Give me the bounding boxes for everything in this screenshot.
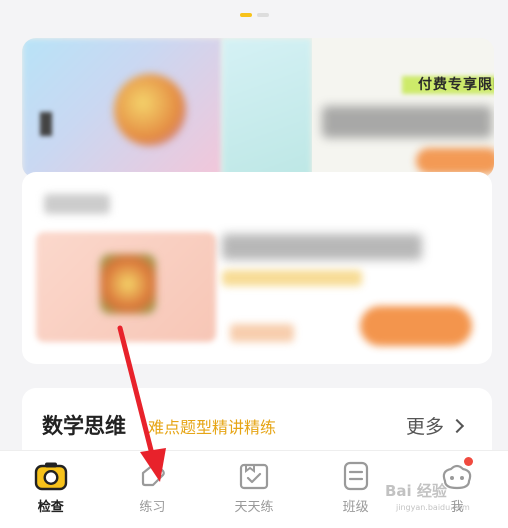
- course-title: [222, 234, 422, 260]
- camera-icon: [33, 459, 69, 493]
- course-thumbnail-figure: [100, 254, 156, 314]
- course-price: [230, 324, 294, 342]
- banner-image-mid: [222, 38, 312, 178]
- course-tag: [44, 194, 110, 214]
- course-card[interactable]: [22, 172, 492, 364]
- calendar-check-icon: [236, 459, 272, 493]
- tab-daily-practice[interactable]: 天天练: [203, 451, 305, 528]
- tab-label: 天天练: [234, 500, 274, 515]
- more-button[interactable]: 更多: [406, 412, 465, 439]
- section-subtitle: 难点题型精讲精练: [148, 418, 277, 437]
- tab-practice[interactable]: 练习: [102, 451, 204, 528]
- more-label: 更多: [406, 416, 445, 438]
- course-buy-button[interactable]: [360, 306, 472, 346]
- tab-check[interactable]: 检查: [0, 451, 102, 528]
- tab-label: 检查: [37, 500, 64, 515]
- banner-blurred-text-left: [40, 112, 52, 136]
- tag-icon: [134, 459, 170, 493]
- banner-mascot: [114, 74, 186, 146]
- course-subtitle: [222, 270, 362, 286]
- promo-banner[interactable]: 付费专享限时: [22, 38, 494, 178]
- chevron-right-icon: [449, 418, 465, 434]
- carousel-dot-active[interactable]: [240, 13, 252, 17]
- class-list-icon: [338, 459, 374, 493]
- carousel-dot[interactable]: [257, 13, 269, 17]
- banner-top-text: 付费专享限时: [418, 77, 494, 93]
- watermark-logo: Bai 经验: [385, 482, 447, 500]
- section-title: 数学思维: [42, 414, 126, 438]
- banner-button[interactable]: [416, 148, 494, 174]
- banner-blurred-title: [322, 106, 492, 138]
- watermark-url: jingyan.baidu.com: [396, 503, 470, 512]
- tab-label: 练习: [139, 500, 166, 515]
- carousel-indicator: [240, 13, 269, 17]
- tab-label: 班级: [342, 500, 369, 515]
